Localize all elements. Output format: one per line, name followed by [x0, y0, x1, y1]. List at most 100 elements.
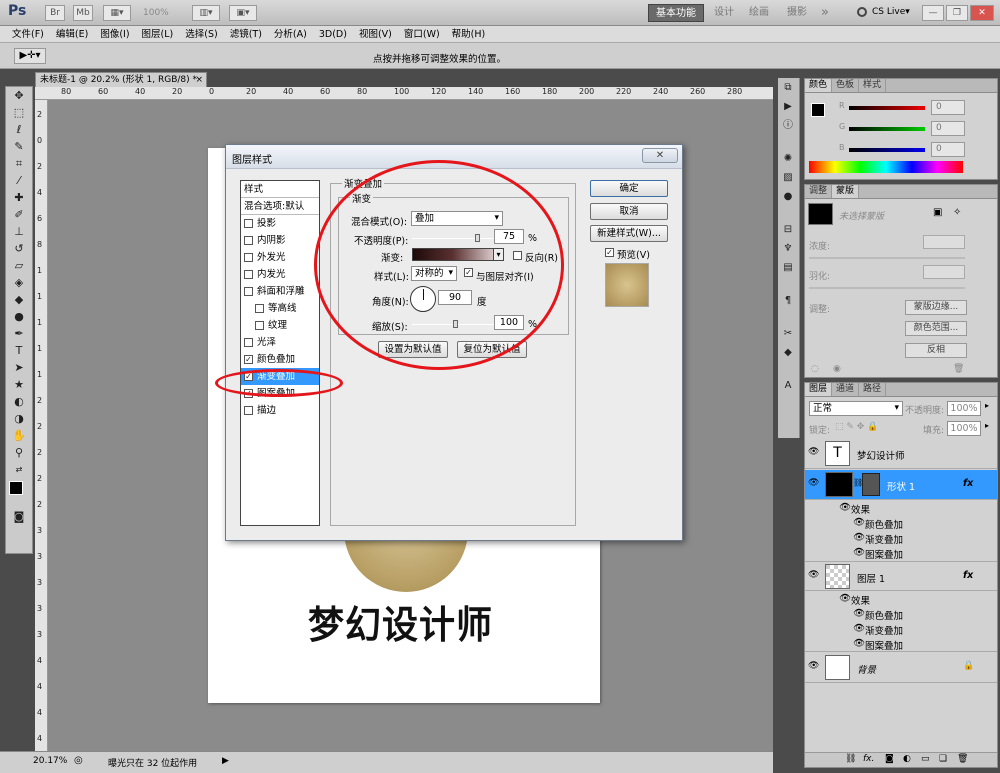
- history-brush-tool-icon[interactable]: ↺: [6, 240, 32, 257]
- new-group-icon[interactable]: ▭: [921, 754, 930, 764]
- mask-delete-icon[interactable]: 🗑: [953, 364, 964, 374]
- paragraph-icon[interactable]: ¶: [778, 291, 798, 310]
- effect-eye-icon[interactable]: 👁: [853, 517, 865, 528]
- menu-3d[interactable]: 3D(D): [313, 26, 353, 43]
- maximize-button[interactable]: ❐: [946, 5, 968, 21]
- type-tool-icon[interactable]: T: [6, 342, 32, 359]
- menu-edit[interactable]: 编辑(E): [50, 26, 94, 43]
- dodge-tool-icon[interactable]: ●: [6, 308, 32, 325]
- canvas-text-layer[interactable]: 梦幻设计师: [308, 595, 493, 650]
- add-mask-icon[interactable]: ◙: [885, 754, 894, 764]
- feather-input[interactable]: [923, 265, 965, 279]
- blue-slider[interactable]: [849, 148, 925, 152]
- shape-tool-icon[interactable]: ★: [6, 376, 32, 393]
- eye-icon[interactable]: 👁: [808, 478, 819, 488]
- effect-pattern-overlay[interactable]: 图案叠加: [865, 638, 903, 652]
- menu-select[interactable]: 选择(S): [179, 26, 223, 43]
- mask-selection-icon[interactable]: ◌: [811, 364, 819, 374]
- effect-eye-icon[interactable]: 👁: [853, 547, 865, 558]
- checkbox[interactable]: [244, 219, 253, 228]
- layer-row[interactable]: 👁 T 梦幻设计师: [805, 439, 997, 469]
- cancel-button[interactable]: 取消: [590, 203, 668, 220]
- ok-button[interactable]: 确定: [590, 180, 668, 197]
- workspace-design[interactable]: 设计: [714, 4, 734, 22]
- eye-icon[interactable]: 👁: [808, 570, 819, 580]
- foreground-color[interactable]: [9, 481, 23, 495]
- more-workspaces-icon[interactable]: »: [821, 4, 829, 22]
- brush-tool-icon[interactable]: ✐: [6, 206, 32, 223]
- mask-edge-button[interactable]: 蒙版边缘...: [905, 300, 967, 315]
- blur-tool-icon[interactable]: ◆: [6, 291, 32, 308]
- effects-eye-icon[interactable]: 👁: [839, 502, 851, 513]
- tool-presets-icon[interactable]: ⊟: [778, 220, 798, 239]
- density-input[interactable]: [923, 235, 965, 249]
- style-color-overlay[interactable]: ✓ 颜色叠加: [241, 351, 319, 368]
- invert-button[interactable]: 反相: [905, 343, 967, 358]
- notes-icon[interactable]: ●: [778, 187, 798, 206]
- delete-layer-icon[interactable]: 🗑: [957, 754, 968, 764]
- quick-mask-icon[interactable]: ◙: [6, 508, 32, 525]
- close-button[interactable]: ✕: [970, 5, 994, 21]
- tab-swatches[interactable]: 色板: [832, 79, 860, 92]
- checkbox[interactable]: ✓: [244, 355, 253, 364]
- cs-live-button[interactable]: CS Live▾: [872, 7, 910, 17]
- clone-stamp-tool-icon[interactable]: ⊥: [6, 223, 32, 240]
- color-spectrum[interactable]: [809, 161, 963, 173]
- effects-eye-icon[interactable]: 👁: [839, 593, 851, 604]
- 3d-icon[interactable]: ♆: [778, 239, 798, 258]
- layer-blend-mode-select[interactable]: 正常: [809, 401, 903, 416]
- color-foreground[interactable]: [811, 103, 825, 117]
- layer-comps-icon[interactable]: ◆: [778, 343, 798, 362]
- eye-icon[interactable]: 👁: [808, 661, 819, 671]
- zoom-tool-icon[interactable]: ⚲: [6, 444, 32, 461]
- eyedropper-tool-icon[interactable]: ⁄: [6, 172, 32, 189]
- preview-checkbox[interactable]: ✓: [605, 248, 614, 257]
- status-info-icon[interactable]: ◎: [74, 755, 83, 766]
- brush-presets-icon[interactable]: ✺: [778, 149, 798, 168]
- color-range-button[interactable]: 颜色范围...: [905, 321, 967, 336]
- arrange-documents-icon[interactable]: ▥▾: [192, 5, 220, 21]
- fx-icon[interactable]: fx: [963, 478, 973, 489]
- style-stroke[interactable]: 描边: [241, 402, 319, 419]
- minimize-button[interactable]: —: [922, 5, 944, 21]
- menu-analysis[interactable]: 分析(A): [268, 26, 313, 43]
- style-outer-glow[interactable]: 外发光: [241, 249, 319, 266]
- checkbox[interactable]: [255, 304, 264, 313]
- mask-apply-icon[interactable]: ◉: [833, 364, 841, 374]
- layer-row[interactable]: 👁 背景 🔒: [805, 651, 997, 683]
- style-inner-glow[interactable]: 内发光: [241, 266, 319, 283]
- layer-name[interactable]: 梦幻设计师: [857, 448, 905, 462]
- style-satin[interactable]: 光泽: [241, 334, 319, 351]
- character-icon[interactable]: A: [778, 376, 798, 395]
- workspace-basic[interactable]: 基本功能: [648, 4, 704, 22]
- link-layers-icon[interactable]: ⛓: [845, 754, 856, 764]
- menu-view[interactable]: 视图(V): [353, 26, 398, 43]
- status-arrow-icon[interactable]: ▶: [222, 756, 229, 766]
- layer-name[interactable]: 图层 1: [857, 571, 885, 585]
- quick-select-tool-icon[interactable]: ✎: [6, 138, 32, 155]
- new-layer-icon[interactable]: ❏: [939, 754, 947, 764]
- hand-tool-icon[interactable]: ✋: [6, 427, 32, 444]
- 3d-orbit-tool-icon[interactable]: ◑: [6, 410, 32, 427]
- layer-opacity-input[interactable]: 100%: [947, 401, 981, 416]
- screen-mode-icon[interactable]: ▣▾: [229, 5, 257, 21]
- green-slider[interactable]: [849, 127, 925, 131]
- menu-window[interactable]: 窗口(W): [398, 26, 446, 43]
- tool-preset-picker[interactable]: ▶✛▾: [14, 48, 46, 64]
- style-texture[interactable]: 纹理: [241, 317, 319, 334]
- effect-color-overlay[interactable]: 颜色叠加: [865, 608, 903, 622]
- effect-eye-icon[interactable]: 👁: [853, 623, 865, 634]
- layer-row-selected[interactable]: 👁 ⛓ 形状 1 fx: [805, 470, 997, 500]
- styles-header[interactable]: 样式: [241, 181, 319, 198]
- effect-pattern-overlay[interactable]: 图案叠加: [865, 547, 903, 561]
- green-value[interactable]: 0: [931, 121, 965, 136]
- crop-tool-icon[interactable]: ⌗: [6, 155, 32, 172]
- menu-file[interactable]: 文件(F): [6, 26, 50, 43]
- 3d-rotate-tool-icon[interactable]: ◐: [6, 393, 32, 410]
- fx-icon[interactable]: fx: [963, 570, 973, 581]
- effect-gradient-overlay[interactable]: 渐变叠加: [865, 623, 903, 637]
- add-style-icon[interactable]: fx.: [863, 754, 874, 764]
- checkbox[interactable]: [244, 287, 253, 296]
- lasso-tool-icon[interactable]: ℓ: [6, 121, 32, 138]
- bridge-icon[interactable]: Br: [45, 5, 65, 21]
